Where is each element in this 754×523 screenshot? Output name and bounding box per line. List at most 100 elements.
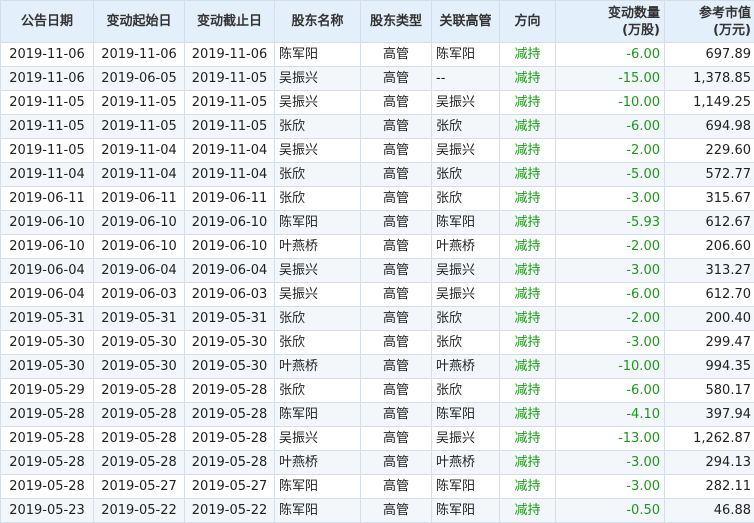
direction-cell: 减持 xyxy=(500,283,556,307)
table-row[interactable]: 2019-06-042019-06-032019-06-03吴振兴高管吴振兴减持… xyxy=(1,283,754,307)
start-date-cell: 2019-06-03 xyxy=(94,283,185,307)
market-value-cell: 994.35 xyxy=(665,355,754,379)
header-row: 公告日期变动起始日变动截止日股东名称股东类型关联高管方向变动数量(万股)参考市值… xyxy=(1,1,754,43)
change-qty-cell: -3.00 xyxy=(556,451,665,475)
announce-date-cell: 2019-06-11 xyxy=(1,187,94,211)
table-row[interactable]: 2019-11-052019-11-052019-11-05吴振兴高管吴振兴减持… xyxy=(1,91,754,115)
change-qty-cell: -2.00 xyxy=(556,307,665,331)
market-value-cell: 46.88 xyxy=(665,499,754,523)
end-date-cell: 2019-05-30 xyxy=(185,355,275,379)
announce-date-cell: 2019-11-05 xyxy=(1,139,94,163)
table-row[interactable]: 2019-11-052019-11-042019-11-04吴振兴高管吴振兴减持… xyxy=(1,139,754,163)
start-date-cell: 2019-05-30 xyxy=(94,331,185,355)
end-date-cell: 2019-05-28 xyxy=(185,451,275,475)
announce-date-cell: 2019-06-10 xyxy=(1,211,94,235)
table-row[interactable]: 2019-05-282019-05-282019-05-28叶燕桥高管叶燕桥减持… xyxy=(1,451,754,475)
start-date-cell: 2019-05-28 xyxy=(94,379,185,403)
start-date-cell: 2019-11-05 xyxy=(94,91,185,115)
start-date-cell: 2019-06-10 xyxy=(94,211,185,235)
start-date-cell: 2019-06-10 xyxy=(94,235,185,259)
related-exec-cell: 张欣 xyxy=(432,331,500,355)
holder-name-cell: 张欣 xyxy=(275,163,361,187)
header-col-start-date[interactable]: 变动起始日 xyxy=(94,1,185,43)
start-date-cell: 2019-05-28 xyxy=(94,427,185,451)
change-qty-cell: -3.00 xyxy=(556,475,665,499)
header-col-end-date[interactable]: 变动截止日 xyxy=(185,1,275,43)
change-qty-cell: -5.93 xyxy=(556,211,665,235)
end-date-cell: 2019-06-10 xyxy=(185,211,275,235)
holder-type-cell: 高管 xyxy=(361,379,432,403)
table-row[interactable]: 2019-05-302019-05-302019-05-30叶燕桥高管叶燕桥减持… xyxy=(1,355,754,379)
related-exec-cell: 吴振兴 xyxy=(432,427,500,451)
announce-date-cell: 2019-05-30 xyxy=(1,331,94,355)
market-value-cell: 612.67 xyxy=(665,211,754,235)
header-col-direction[interactable]: 方向 xyxy=(500,1,556,43)
related-exec-cell: 叶燕桥 xyxy=(432,451,500,475)
holder-name-cell: 叶燕桥 xyxy=(275,451,361,475)
holder-type-cell: 高管 xyxy=(361,499,432,523)
holder-name-cell: 吴振兴 xyxy=(275,91,361,115)
end-date-cell: 2019-05-28 xyxy=(185,403,275,427)
table-row[interactable]: 2019-06-112019-06-112019-06-11张欣高管张欣减持-3… xyxy=(1,187,754,211)
end-date-cell: 2019-11-06 xyxy=(185,43,275,67)
market-value-cell: 282.11 xyxy=(665,475,754,499)
holder-type-cell: 高管 xyxy=(361,403,432,427)
market-value-cell: 299.47 xyxy=(665,331,754,355)
start-date-cell: 2019-05-22 xyxy=(94,499,185,523)
holder-name-cell: 张欣 xyxy=(275,115,361,139)
table-row[interactable]: 2019-11-042019-11-042019-11-04张欣高管张欣减持-5… xyxy=(1,163,754,187)
holder-type-cell: 高管 xyxy=(361,259,432,283)
table-row[interactable]: 2019-05-292019-05-282019-05-28张欣高管张欣减持-6… xyxy=(1,379,754,403)
header-col-holder-name[interactable]: 股东名称 xyxy=(275,1,361,43)
holder-type-cell: 高管 xyxy=(361,43,432,67)
table-row[interactable]: 2019-05-302019-05-302019-05-30张欣高管张欣减持-3… xyxy=(1,331,754,355)
start-date-cell: 2019-06-11 xyxy=(94,187,185,211)
announce-date-cell: 2019-05-28 xyxy=(1,427,94,451)
direction-cell: 减持 xyxy=(500,475,556,499)
table-row[interactable]: 2019-06-102019-06-102019-06-10陈军阳高管陈军阳减持… xyxy=(1,211,754,235)
holder-type-cell: 高管 xyxy=(361,451,432,475)
end-date-cell: 2019-05-22 xyxy=(185,499,275,523)
direction-cell: 减持 xyxy=(500,499,556,523)
market-value-cell: 229.60 xyxy=(665,139,754,163)
holder-type-cell: 高管 xyxy=(361,307,432,331)
end-date-cell: 2019-06-03 xyxy=(185,283,275,307)
header-col-related-exec[interactable]: 关联高管 xyxy=(432,1,500,43)
announce-date-cell: 2019-06-10 xyxy=(1,235,94,259)
table-row[interactable]: 2019-06-042019-06-042019-06-04吴振兴高管吴振兴减持… xyxy=(1,259,754,283)
table-row[interactable]: 2019-05-232019-05-222019-05-22陈军阳高管陈军阳减持… xyxy=(1,499,754,523)
market-value-cell: 313.27 xyxy=(665,259,754,283)
announce-date-cell: 2019-05-28 xyxy=(1,451,94,475)
start-date-cell: 2019-11-06 xyxy=(94,43,185,67)
header-col-holder-type[interactable]: 股东类型 xyxy=(361,1,432,43)
table-row[interactable]: 2019-06-102019-06-102019-06-10叶燕桥高管叶燕桥减持… xyxy=(1,235,754,259)
end-date-cell: 2019-11-05 xyxy=(185,67,275,91)
holder-name-cell: 叶燕桥 xyxy=(275,235,361,259)
direction-cell: 减持 xyxy=(500,379,556,403)
end-date-cell: 2019-06-04 xyxy=(185,259,275,283)
header-col-announce-date[interactable]: 公告日期 xyxy=(1,1,94,43)
direction-cell: 减持 xyxy=(500,355,556,379)
header-col-market-value[interactable]: 参考市值(万元) xyxy=(665,1,754,43)
related-exec-cell: 张欣 xyxy=(432,163,500,187)
table-row[interactable]: 2019-05-312019-05-312019-05-31张欣高管张欣减持-2… xyxy=(1,307,754,331)
start-date-cell: 2019-11-04 xyxy=(94,139,185,163)
market-value-cell: 697.89 xyxy=(665,43,754,67)
market-value-cell: 294.13 xyxy=(665,451,754,475)
start-date-cell: 2019-06-05 xyxy=(94,67,185,91)
table-row[interactable]: 2019-05-282019-05-282019-05-28吴振兴高管吴振兴减持… xyxy=(1,427,754,451)
table-row[interactable]: 2019-05-282019-05-272019-05-27陈军阳高管陈军阳减持… xyxy=(1,475,754,499)
table-row[interactable]: 2019-11-052019-11-052019-11-05张欣高管张欣减持-6… xyxy=(1,115,754,139)
announce-date-cell: 2019-05-28 xyxy=(1,403,94,427)
holder-name-cell: 张欣 xyxy=(275,379,361,403)
table-row[interactable]: 2019-11-062019-11-062019-11-06陈军阳高管陈军阳减持… xyxy=(1,43,754,67)
direction-cell: 减持 xyxy=(500,235,556,259)
related-exec-cell: 陈军阳 xyxy=(432,211,500,235)
related-exec-cell: 吴振兴 xyxy=(432,283,500,307)
table-row[interactable]: 2019-05-282019-05-282019-05-28陈军阳高管陈军阳减持… xyxy=(1,403,754,427)
market-value-cell: 200.40 xyxy=(665,307,754,331)
table-row[interactable]: 2019-11-062019-06-052019-11-05吴振兴高管--减持-… xyxy=(1,67,754,91)
related-exec-cell: 张欣 xyxy=(432,307,500,331)
announce-date-cell: 2019-05-30 xyxy=(1,355,94,379)
header-col-change-qty[interactable]: 变动数量(万股) xyxy=(556,1,665,43)
